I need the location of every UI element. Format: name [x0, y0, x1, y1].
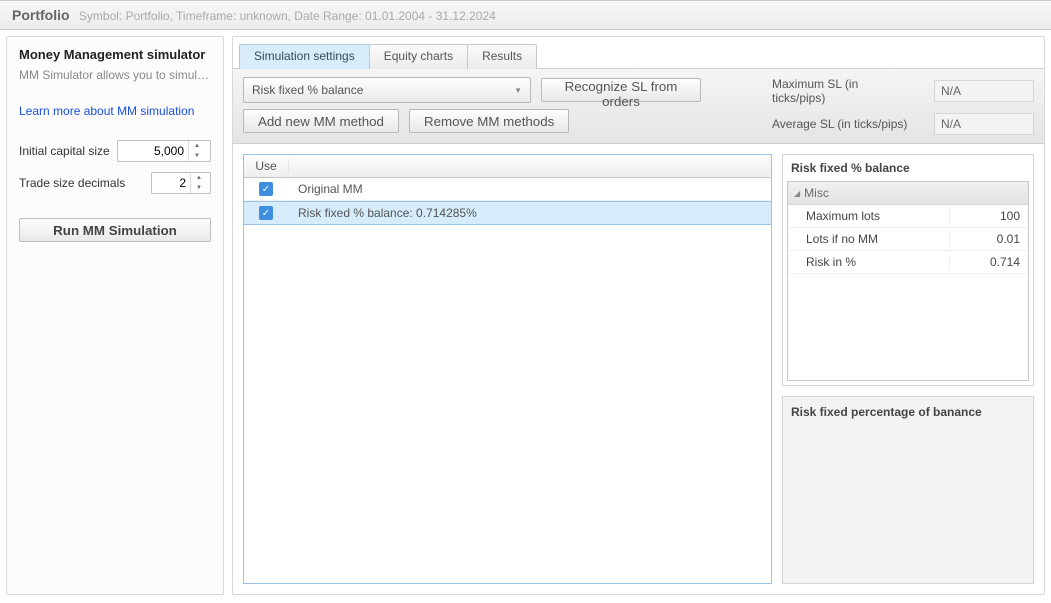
chevron-up-icon[interactable]: ▲ [191, 173, 207, 183]
decimals-input[interactable] [152, 176, 190, 190]
sidebar: Money Management simulator MM Simulator … [6, 36, 224, 595]
app-meta: Symbol: Portfolio, Timeframe: unknown, D… [79, 9, 496, 23]
property-row[interactable]: Maximum lots 100 [788, 205, 1028, 228]
app-title: Portfolio [12, 7, 70, 23]
caret-down-icon: ◢ [794, 189, 800, 198]
toolbar: Risk fixed % balance ▼ Recognize SL from… [233, 69, 1044, 144]
initial-capital-label: Initial capital size [19, 144, 110, 158]
check-icon: ✓ [259, 206, 273, 220]
spinner-arrows[interactable]: ▲ ▼ [188, 141, 205, 161]
prop-val[interactable]: 100 [950, 209, 1028, 223]
row-label: Risk fixed % balance: 0.714285% [288, 206, 771, 220]
recognize-sl-button[interactable]: Recognize SL from orders [541, 78, 701, 102]
tab-simulation-settings[interactable]: Simulation settings [239, 44, 370, 69]
description-title: Risk fixed percentage of banance [791, 405, 1025, 419]
check-icon: ✓ [259, 182, 273, 196]
property-title: Risk fixed % balance [783, 155, 1033, 181]
col-use-header[interactable]: Use [244, 159, 289, 173]
tab-results[interactable]: Results [467, 44, 537, 69]
sidebar-desc: MM Simulator allows you to simulate diff… [19, 68, 211, 82]
property-category[interactable]: ◢ Misc [788, 182, 1028, 205]
prop-val[interactable]: 0.714 [950, 255, 1028, 269]
max-sl-value: N/A [934, 80, 1034, 102]
chevron-down-icon: ▼ [514, 86, 522, 95]
use-checkbox[interactable]: ✓ [244, 182, 288, 196]
category-label: Misc [804, 186, 829, 200]
prop-val[interactable]: 0.01 [950, 232, 1028, 246]
avg-sl-value: N/A [934, 113, 1034, 135]
avg-sl-label: Average SL (in ticks/pips) [772, 117, 914, 131]
decimals-label: Trade size decimals [19, 176, 125, 190]
mm-method-select[interactable]: Risk fixed % balance ▼ [243, 77, 531, 103]
prop-key: Risk in % [788, 255, 950, 269]
decimals-spinner[interactable]: ▲ ▼ [151, 172, 211, 194]
row-label: Original MM [288, 182, 771, 196]
property-row[interactable]: Risk in % 0.714 [788, 251, 1028, 274]
table-row[interactable]: ✓ Original MM [244, 178, 771, 201]
select-value: Risk fixed % balance [252, 83, 363, 97]
mm-methods-grid[interactable]: Use ✓ Original MM ✓ Risk fixed % balance… [243, 154, 772, 584]
tabs: Simulation settings Equity charts Result… [233, 37, 1044, 69]
run-simulation-button[interactable]: Run MM Simulation [19, 218, 211, 242]
prop-key: Lots if no MM [788, 232, 950, 246]
add-mm-method-button[interactable]: Add new MM method [243, 109, 399, 133]
grid-header: Use [244, 155, 771, 178]
property-row[interactable]: Lots if no MM 0.01 [788, 228, 1028, 251]
description-panel: Risk fixed percentage of banance [782, 396, 1034, 584]
prop-key: Maximum lots [788, 209, 950, 223]
chevron-down-icon[interactable]: ▼ [191, 183, 207, 193]
main-panel: Simulation settings Equity charts Result… [232, 36, 1045, 595]
property-grid[interactable]: ◢ Misc Maximum lots 100 Lots if no MM 0.… [787, 181, 1029, 381]
initial-capital-spinner[interactable]: ▲ ▼ [117, 140, 211, 162]
title-bar: Portfolio Symbol: Portfolio, Timeframe: … [0, 0, 1051, 30]
tab-equity-charts[interactable]: Equity charts [369, 44, 468, 69]
chevron-down-icon[interactable]: ▼ [189, 151, 205, 161]
table-row[interactable]: ✓ Risk fixed % balance: 0.714285% [244, 201, 771, 225]
chevron-up-icon[interactable]: ▲ [189, 141, 205, 151]
learn-more-link[interactable]: Learn more about MM simulation [19, 104, 211, 118]
use-checkbox[interactable]: ✓ [244, 206, 288, 220]
sidebar-heading: Money Management simulator [19, 47, 211, 62]
property-panel: Risk fixed % balance ◢ Misc Maximum lots… [782, 154, 1034, 386]
spinner-arrows[interactable]: ▲ ▼ [190, 173, 207, 193]
initial-capital-input[interactable] [118, 144, 188, 158]
remove-mm-methods-button[interactable]: Remove MM methods [409, 109, 569, 133]
max-sl-label: Maximum SL (in ticks/pips) [772, 77, 914, 105]
